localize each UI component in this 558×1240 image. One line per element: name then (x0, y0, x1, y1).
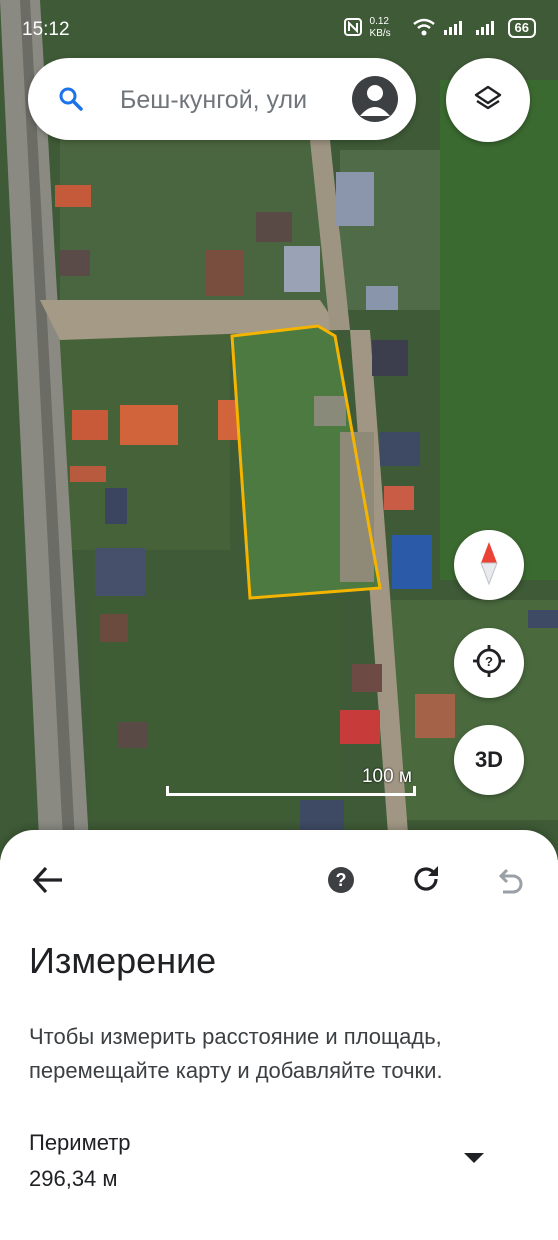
nfc-icon (343, 17, 362, 39)
net-speed: 0.12 KB/s (369, 16, 391, 39)
account-avatar-icon[interactable] (352, 76, 398, 122)
svg-text:?: ? (485, 654, 493, 669)
my-location-button[interactable]: ? (454, 628, 524, 698)
reset-icon[interactable] (410, 863, 442, 900)
signal-icon (443, 19, 468, 38)
scale-bar (166, 786, 416, 796)
layers-button[interactable] (446, 58, 530, 142)
panel-description: Чтобы измерить расстояние и площадь, пер… (29, 1024, 443, 1083)
perimeter-value: 296,34 м (29, 1166, 118, 1191)
signal-icon-2 (475, 19, 500, 38)
scale-label: 100 м (361, 766, 412, 787)
status-bar: 15:12 0.12 KB/s 66 (0, 0, 558, 58)
perimeter-label: Периметр (29, 1130, 131, 1155)
panel-title: Измерение (29, 940, 217, 981)
back-arrow-icon[interactable] (30, 862, 66, 903)
status-icons: 0.12 KB/s 66 (343, 16, 536, 40)
help-icon[interactable]: ? (328, 867, 354, 893)
search-bar[interactable] (28, 58, 416, 140)
3d-toggle-button[interactable]: 3D (454, 725, 524, 795)
battery-indicator: 66 (507, 18, 536, 38)
chevron-down-icon[interactable] (464, 1153, 484, 1163)
search-input[interactable] (118, 80, 344, 120)
measure-panel: ? Измерение Чтобы измерить расстояние и … (0, 830, 558, 1240)
wifi-icon (412, 18, 436, 39)
compass-button[interactable] (454, 530, 524, 600)
map-scale: 100 м (166, 764, 416, 800)
compass-icon (476, 540, 502, 591)
search-icon[interactable] (58, 86, 84, 117)
status-time: 15:12 (22, 19, 70, 40)
3d-label: 3D (474, 747, 504, 772)
undo-icon[interactable] (493, 864, 525, 901)
location-crosshair-icon: ? (471, 643, 507, 684)
layers-icon (473, 83, 503, 118)
